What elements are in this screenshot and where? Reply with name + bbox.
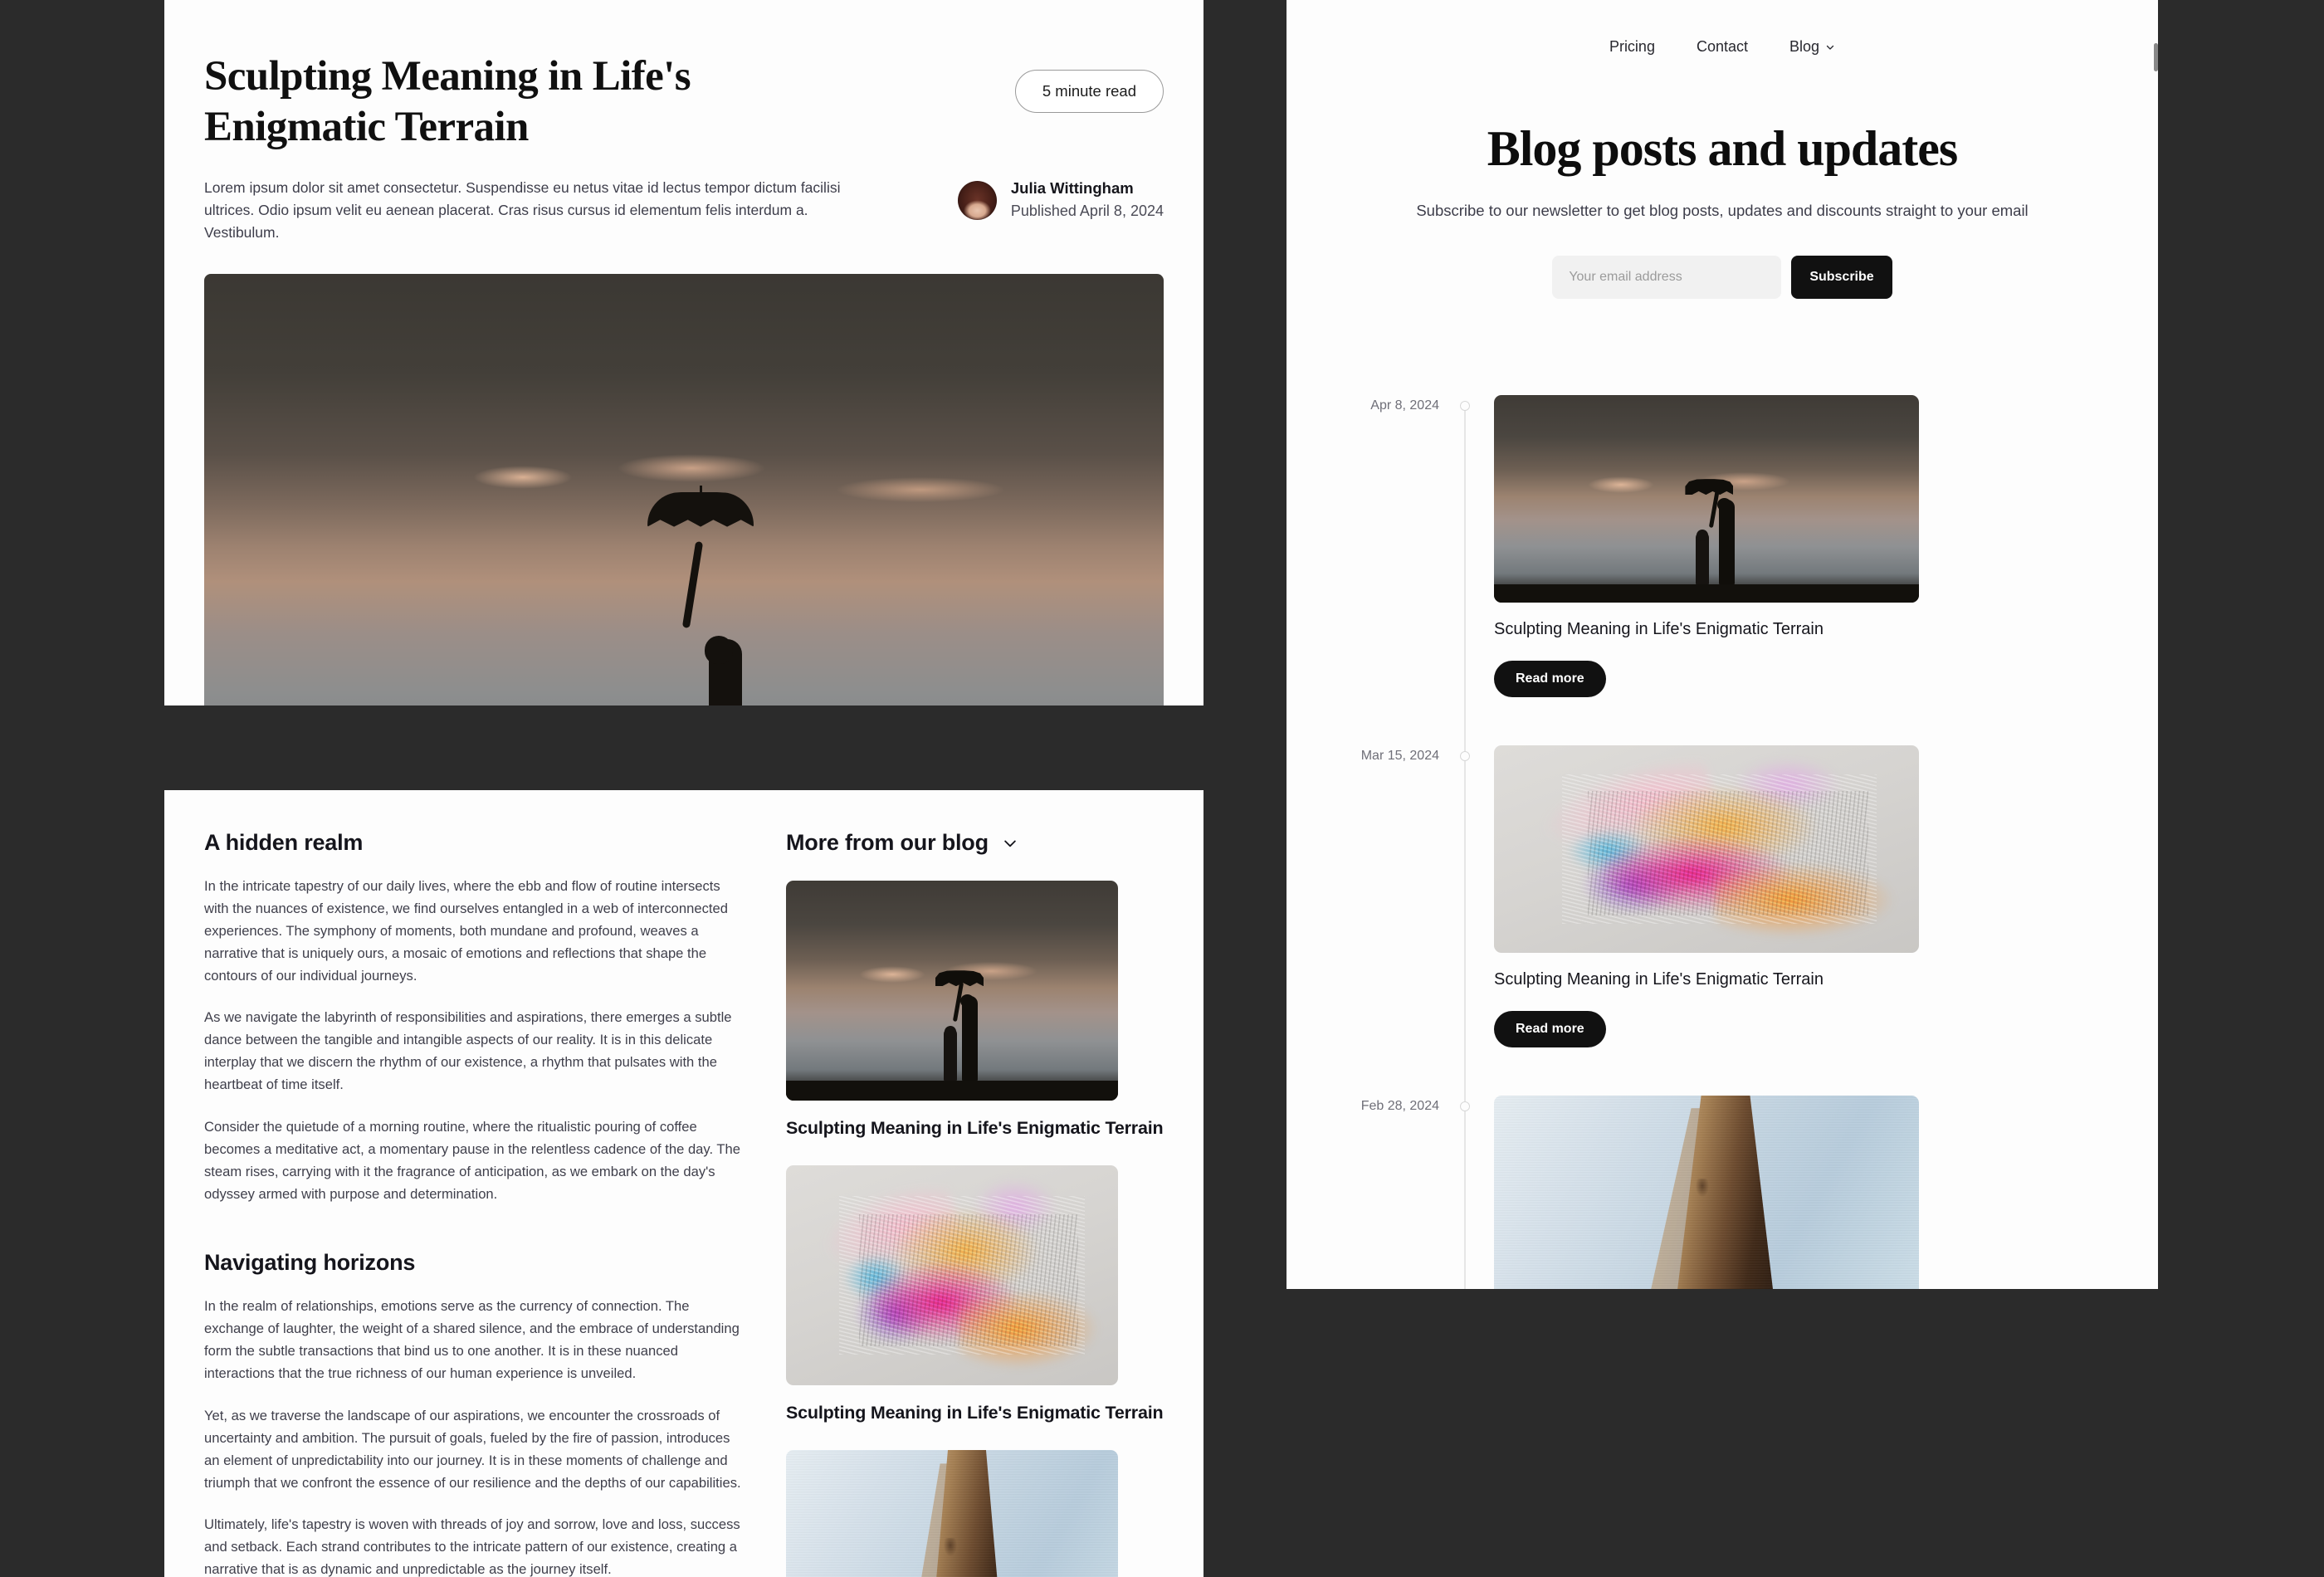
avatar xyxy=(957,180,997,220)
blog-header: Blog posts and updates Subscribe to our … xyxy=(1286,56,2158,300)
article-lede: Lorem ipsum dolor sit amet consectetur. … xyxy=(204,179,841,241)
subscribe-button[interactable]: Subscribe xyxy=(1791,256,1892,300)
published-date: Published April 8, 2024 xyxy=(1010,203,1164,220)
article-paragraph: In the realm of relationships, emotions … xyxy=(204,1298,740,1381)
card-title: Sculpting Meaning in Life's Enigmatic Te… xyxy=(786,1403,1164,1423)
post-image-fiber xyxy=(1494,745,1919,954)
list-item[interactable]: Sculpting Meaning in Life's Enigmatic Te… xyxy=(786,1165,1164,1425)
read-more-button[interactable]: Read more xyxy=(1494,1011,1606,1048)
author-block: Julia Wittingham Published April 8, 2024 xyxy=(957,177,1164,221)
top-navigation: Pricing Contact Blog xyxy=(1286,0,2158,56)
article-paragraph: Consider the quietude of a morning routi… xyxy=(204,1118,740,1202)
card-image-umbrella xyxy=(786,881,1118,1101)
article-hero-inner: Sculpting Meaning in Life's Enigmatic Te… xyxy=(164,0,1204,706)
nav-label: Pricing xyxy=(1609,38,1655,55)
post-date: Apr 8, 2024 xyxy=(1370,398,1439,413)
post-date: Mar 15, 2024 xyxy=(1360,749,1439,764)
post-title: Sculpting Meaning in Life's Enigmatic Te… xyxy=(1494,620,1824,639)
section-heading-1: A hidden realm xyxy=(204,830,364,855)
screenshot-stage: Sculpting Meaning in Life's Enigmatic Te… xyxy=(0,0,2324,1577)
blog-list-panel: Pricing Contact Blog Blog posts and upda… xyxy=(1286,0,2158,1289)
more-from-blog-header[interactable]: More from our blog xyxy=(786,830,1164,856)
article-hero-top: Sculpting Meaning in Life's Enigmatic Te… xyxy=(204,51,1164,152)
author-text: Julia Wittingham Published April 8, 2024 xyxy=(1011,178,1164,221)
article-paragraph: Yet, as we traverse the landscape of our… xyxy=(204,1407,741,1491)
scrollbar-thumb[interactable] xyxy=(2154,43,2158,71)
chevron-down-icon[interactable] xyxy=(1825,42,1835,52)
post-content[interactable]: Sculpting Meaning in Life's Enigmatic Te… xyxy=(1464,395,1919,698)
more-from-blog-title: More from our blog xyxy=(786,830,989,855)
blog-page-title: Blog posts and updates xyxy=(1487,121,1959,176)
subscribe-form: Subscribe xyxy=(1386,256,2058,300)
post-image-umbrella xyxy=(1494,395,1919,603)
article-meta: Lorem ipsum dolor sit amet consectetur. … xyxy=(204,177,1164,243)
silhouette-adult xyxy=(705,636,743,706)
silhouette-arm xyxy=(681,541,703,629)
post-image-cloak xyxy=(1494,1096,1919,1289)
timeline-dot xyxy=(1460,751,1470,762)
author-name: Julia Wittingham xyxy=(1010,179,1134,198)
timeline-row: Mar 15, 2024 Sculpting Meaning in Life's… xyxy=(1361,745,2158,1096)
chevron-down-icon[interactable] xyxy=(1002,835,1018,852)
list-item[interactable] xyxy=(786,1450,1164,1577)
article-text-column: A hidden realm In the intricate tapestry… xyxy=(204,830,748,1577)
post-content[interactable] xyxy=(1464,1096,1919,1289)
timeline-dot xyxy=(1460,1101,1470,1112)
article-paragraph: As we navigate the labyrinth of responsi… xyxy=(204,1009,732,1092)
card-title: Sculpting Meaning in Life's Enigmatic Te… xyxy=(786,1118,1164,1138)
cloud-highlight xyxy=(617,454,767,483)
card-image-cloak xyxy=(786,1450,1118,1577)
article-paragraph: In the intricate tapestry of our daily l… xyxy=(204,878,728,984)
nav-item-pricing[interactable]: Pricing xyxy=(1609,38,1655,56)
article-body-panel: A hidden realm In the intricate tapestry… xyxy=(164,790,1204,1577)
article-hero-panel: Sculpting Meaning in Life's Enigmatic Te… xyxy=(164,0,1204,706)
cloud-highlight xyxy=(472,466,573,490)
more-from-blog-column: More from our blog Sculpting Meaning in … xyxy=(786,830,1164,1577)
post-content[interactable]: Sculpting Meaning in Life's Enigmatic Te… xyxy=(1464,745,1919,1048)
article-hero-image xyxy=(204,274,1164,706)
nav-label: Blog xyxy=(1789,38,1820,55)
article-body-inner: A hidden realm In the intricate tapestry… xyxy=(164,790,1204,1577)
timeline-dot xyxy=(1460,401,1470,412)
nav-item-contact[interactable]: Contact xyxy=(1697,38,1748,56)
nav-label: Contact xyxy=(1696,38,1749,55)
cloud-highlight xyxy=(837,477,1003,503)
blog-timeline: Apr 8, 2024 Sculpting Meaning in Life's … xyxy=(1286,395,2158,1289)
page-title: Sculpting Meaning in Life's Enigmatic Te… xyxy=(204,53,691,150)
card-image-fiber xyxy=(786,1165,1118,1386)
section-heading-2: Navigating horizons xyxy=(204,1250,416,1276)
email-field[interactable] xyxy=(1552,256,1782,300)
post-date: Feb 28, 2024 xyxy=(1360,1099,1439,1114)
list-item[interactable]: Sculpting Meaning in Life's Enigmatic Te… xyxy=(786,881,1164,1140)
article-paragraph: Ultimately, life's tapestry is woven wit… xyxy=(204,1516,740,1577)
timeline-row: Apr 8, 2024 Sculpting Meaning in Life's … xyxy=(1370,395,2158,745)
read-time-badge: 5 minute read xyxy=(1014,70,1164,113)
post-title: Sculpting Meaning in Life's Enigmatic Te… xyxy=(1494,970,1824,989)
blog-subtitle: Subscribe to our newsletter to get blog … xyxy=(1416,202,2029,219)
timeline-row: Feb 28, 2024 xyxy=(1361,1096,2158,1289)
nav-item-blog[interactable]: Blog xyxy=(1789,38,1835,56)
read-more-button[interactable]: Read more xyxy=(1494,661,1606,698)
umbrella-icon xyxy=(647,485,754,527)
